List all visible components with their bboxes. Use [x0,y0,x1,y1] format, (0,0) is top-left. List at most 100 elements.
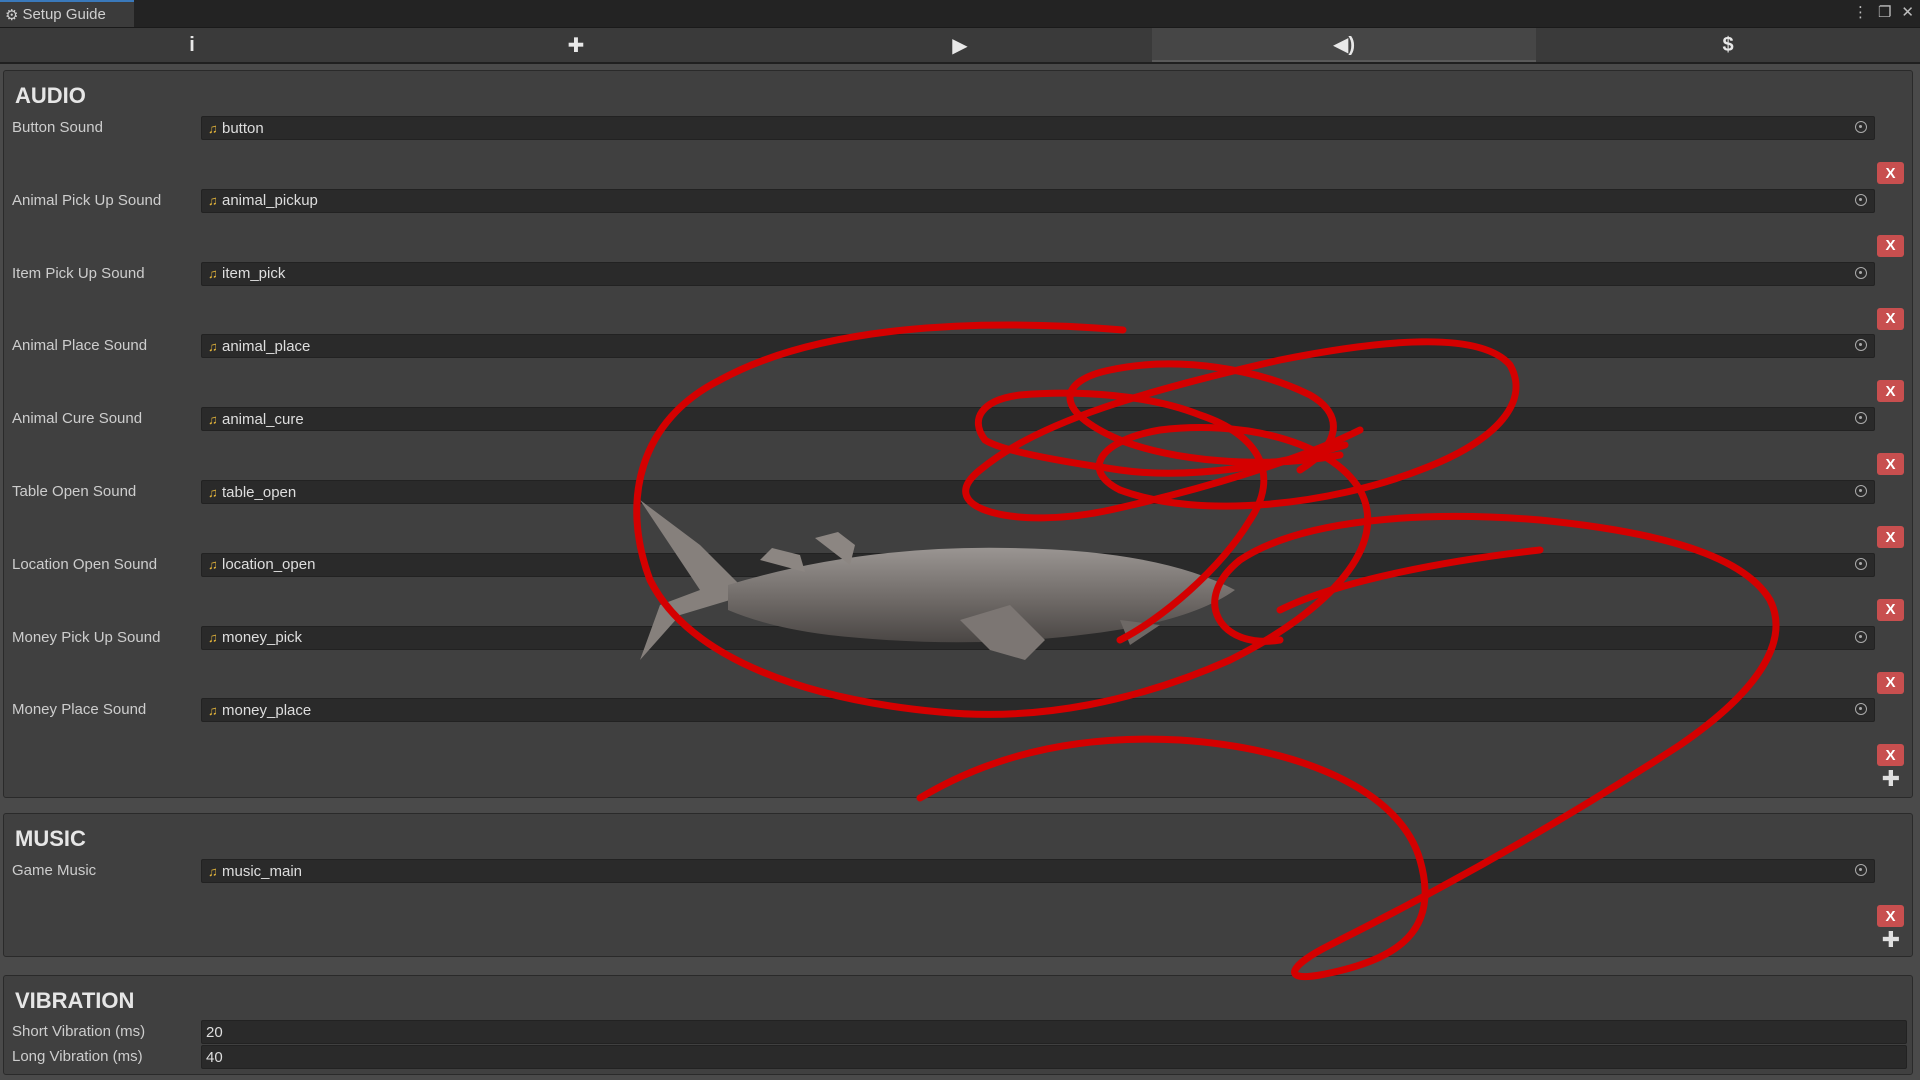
vibration-value: 40 [206,1048,223,1066]
info-icon: i [189,33,195,56]
audio-clip-field[interactable]: ♫ item_pick [201,261,1875,286]
gear-icon: ⚙ [5,6,19,24]
object-picker-icon[interactable] [1855,630,1867,643]
tab-puzzle[interactable]: ✚ [384,28,768,62]
object-picker-icon[interactable] [1855,557,1867,570]
audio-clip-field[interactable]: ♫ animal_cure [201,407,1875,432]
audio-clip-name: animal_pickup [222,192,318,210]
audio-clip-name: animal_place [222,337,311,355]
object-picker-icon[interactable] [1855,193,1867,206]
audio-row: Animal Place Sound ♫ animal_place [4,334,1912,359]
remove-button[interactable]: X [1877,380,1904,403]
audio-clip-name: location_open [222,556,316,574]
tab-bar: i ✚ ▶ ◀) $ [0,28,1920,64]
object-picker-icon[interactable] [1855,412,1867,425]
audio-row: Money Pick Up Sound ♫ money_pick [4,625,1912,650]
title-bar: ⚙ Setup Guide ⋮ ❐ ✕ [0,0,1920,28]
tab-dollar[interactable]: $ [1536,28,1920,62]
remove-button[interactable]: X [1877,162,1904,184]
more-options-icon[interactable]: ⋮ [1853,3,1868,21]
puzzle-icon: ✚ [567,34,585,57]
audio-row: Location Open Sound ♫ location_open [4,552,1912,577]
audio-row-label: Location Open Sound [12,555,158,573]
audio-clip-name: music_main [222,862,303,880]
audio-section: AUDIO Button Sound ♫ button X Animal Pick Up… [3,70,1913,798]
audio-clip-name: table_open [222,483,297,501]
audio-clip-field[interactable]: ♫ animal_pickup [201,188,1875,213]
vibration-input[interactable]: 20 [201,1020,1907,1044]
vibration-row: Long Vibration (ms) 40 [4,1045,1912,1069]
vibration-value: 20 [206,1023,223,1041]
speaker-icon: ◀) [1332,33,1356,56]
audio-clip-name: button [222,119,264,137]
audio-row-label: Money Pick Up Sound [12,628,161,646]
audio-title: AUDIO [15,83,86,108]
remove-button[interactable]: X [1877,905,1904,927]
audio-row-label: Item Pick Up Sound [12,264,145,282]
vibration-row-label: Short Vibration (ms) [12,1023,146,1040]
object-picker-icon[interactable] [1855,864,1867,876]
remove-button[interactable]: X [1877,453,1904,476]
audio-row: Item Pick Up Sound ♫ item_pick [4,261,1912,286]
audio-clip-field[interactable]: ♫ music_main [201,859,1875,883]
dollar-icon: $ [1722,33,1734,56]
add-music-button[interactable]: ✚ [1879,927,1903,952]
audio-clip-icon: ♫ [208,702,218,718]
window-tab[interactable]: ⚙ Setup Guide [0,0,134,27]
audio-row-label: Animal Cure Sound [12,410,143,428]
audio-clip-icon: ♫ [208,193,218,209]
music-row: Game Music ♫ music_main [4,859,1912,883]
audio-row-label: Button Sound [12,119,103,136]
audio-row-label: Money Place Sound [12,701,147,719]
audio-clip-icon: ♫ [208,120,218,136]
audio-row: Button Sound ♫ button [4,116,1912,140]
audio-clip-name: money_place [222,701,312,719]
audio-clip-field[interactable]: ♫ location_open [201,552,1875,577]
vibration-row: Short Vibration (ms) 20 [4,1020,1912,1044]
music-title: MUSIC [15,826,86,851]
audio-row-label: Table Open Sound [12,483,137,500]
add-audio-button[interactable]: ✚ [1879,766,1903,791]
audio-clip-name: money_pick [222,629,303,647]
audio-clip-field[interactable]: ♫ button [201,116,1875,140]
audio-clip-field[interactable]: ♫ animal_place [201,334,1875,359]
maximize-icon[interactable]: ❐ [1878,3,1891,21]
remove-button[interactable]: X [1877,526,1904,548]
object-picker-icon[interactable] [1855,266,1867,279]
remove-button[interactable]: X [1877,234,1904,257]
vibration-section: VIBRATION Short Vibration (ms) 20 Long Vib… [3,975,1913,1075]
remove-button[interactable]: X [1877,671,1904,694]
tab-speaker[interactable]: ◀) [1152,28,1536,62]
audio-clip-field[interactable]: ♫ table_open [201,480,1875,504]
audio-clip-icon: ♫ [208,411,218,427]
audio-row: Table Open Sound ♫ table_open [4,480,1912,504]
audio-clip-name: item_pick [222,265,286,283]
vibration-input[interactable]: 40 [201,1045,1907,1069]
vibration-row-label: Long Vibration (ms) [12,1048,143,1065]
music-row-label: Game Music [12,862,97,879]
audio-row: Animal Cure Sound ♫ animal_cure [4,407,1912,432]
audio-clip-icon: ♫ [208,557,218,573]
audio-clip-icon: ♫ [208,266,218,282]
remove-button[interactable]: X [1877,744,1904,767]
music-section: MUSIC Game Music ♫ music_main X ✚ [3,813,1913,957]
audio-clip-field[interactable]: ♫ money_pick [201,625,1875,650]
object-picker-icon[interactable] [1855,339,1867,352]
object-picker-icon[interactable] [1855,485,1867,497]
audio-clip-icon: ♫ [208,630,218,646]
audio-clip-field[interactable]: ♫ money_place [201,698,1875,723]
audio-clip-icon: ♫ [208,338,218,354]
remove-button[interactable]: X [1877,307,1904,330]
audio-row-label: Animal Place Sound [12,337,148,355]
audio-row: Money Place Sound ♫ money_place [4,698,1912,723]
close-icon[interactable]: ✕ [1901,3,1914,21]
remove-button[interactable]: X [1877,598,1904,621]
object-picker-icon[interactable] [1855,121,1867,133]
audio-row: Animal Pick Up Sound ♫ animal_pickup [4,188,1912,213]
audio-clip-icon: ♫ [208,484,218,500]
tab-info[interactable]: i [0,28,384,62]
audio-clip-icon: ♫ [208,863,218,879]
tab-screen[interactable]: ▶ [768,28,1152,62]
object-picker-icon[interactable] [1855,703,1867,716]
audio-clip-name: animal_cure [222,410,304,428]
